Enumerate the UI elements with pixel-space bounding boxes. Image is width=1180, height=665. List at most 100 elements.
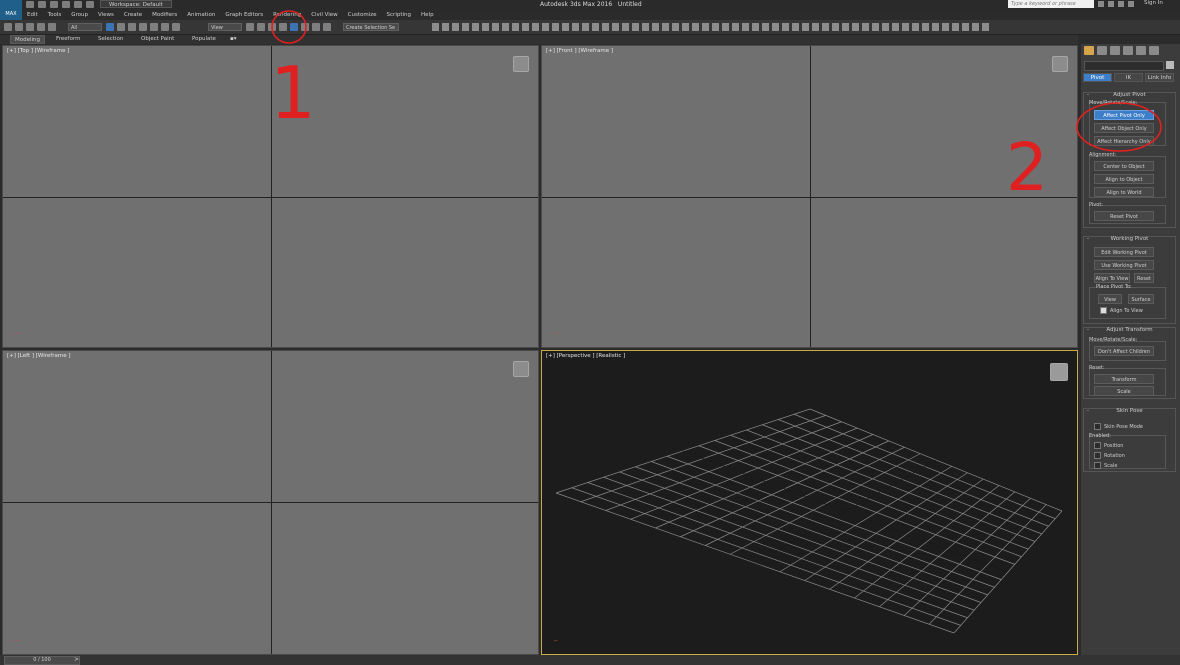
select-rotate-icon[interactable] bbox=[161, 23, 169, 31]
sphere-icon[interactable] bbox=[552, 23, 559, 31]
subtab-pivot[interactable]: Pivot bbox=[1083, 73, 1112, 82]
new-file-icon[interactable] bbox=[26, 1, 34, 8]
torus-icon[interactable] bbox=[572, 23, 579, 31]
utilities-tab-icon[interactable] bbox=[1149, 46, 1159, 55]
close-group-icon[interactable] bbox=[932, 23, 939, 31]
named-selection-set-input[interactable]: Create Selection Se bbox=[343, 23, 399, 31]
redo-icon[interactable] bbox=[15, 23, 23, 31]
attach-icon[interactable] bbox=[912, 23, 919, 31]
subtab-link-info[interactable]: Link Info bbox=[1145, 73, 1174, 82]
systems-icon[interactable] bbox=[672, 23, 679, 31]
menu-graph-editors[interactable]: Graph Editors bbox=[220, 10, 268, 20]
viewcube-icon[interactable] bbox=[513, 361, 529, 377]
cone-icon[interactable] bbox=[582, 23, 589, 31]
align-icon[interactable] bbox=[442, 23, 449, 31]
skin-pose-mode-checkbox[interactable]: Skin Pose Mode bbox=[1094, 423, 1143, 430]
hide-icon[interactable] bbox=[872, 23, 879, 31]
undo-icon[interactable] bbox=[4, 23, 12, 31]
tab-freeform[interactable]: Freeform bbox=[56, 35, 81, 44]
ungroup-icon[interactable] bbox=[902, 23, 909, 31]
unlink-icon[interactable] bbox=[37, 23, 45, 31]
reset-transform-button[interactable]: Transform bbox=[1094, 374, 1154, 384]
curve-editor-icon[interactable] bbox=[472, 23, 479, 31]
rollout-header[interactable]: - Skin Pose bbox=[1084, 408, 1175, 414]
rotation-checkbox[interactable]: Rotation bbox=[1094, 452, 1125, 459]
next-frame-button[interactable]: > bbox=[74, 656, 79, 663]
tab-object-paint[interactable]: Object Paint bbox=[141, 35, 174, 44]
rectangular-selection-icon[interactable] bbox=[128, 23, 136, 31]
detach-icon[interactable] bbox=[922, 23, 929, 31]
scale-checkbox[interactable]: Scale bbox=[1094, 462, 1117, 469]
isolate-icon[interactable] bbox=[852, 23, 859, 31]
reference-coordinate-dropdown[interactable]: View bbox=[208, 23, 242, 31]
freeze-icon[interactable] bbox=[862, 23, 869, 31]
star-icon[interactable] bbox=[1118, 1, 1124, 7]
app-logo-icon[interactable]: MAX bbox=[0, 0, 22, 20]
container-icon[interactable] bbox=[752, 23, 759, 31]
select-manipulate-icon[interactable] bbox=[257, 23, 265, 31]
affect-pivot-only-button[interactable]: Affect Pivot Only bbox=[1094, 110, 1154, 120]
assembly-icon[interactable] bbox=[962, 23, 969, 31]
box-icon[interactable] bbox=[542, 23, 549, 31]
edit-named-sets-icon[interactable] bbox=[323, 23, 331, 31]
select-scale-icon[interactable] bbox=[172, 23, 180, 31]
track-view-icon[interactable] bbox=[972, 23, 979, 31]
viewport-layout-icon[interactable] bbox=[792, 23, 799, 31]
user-icon[interactable] bbox=[1128, 1, 1134, 7]
binoculars-icon[interactable] bbox=[1098, 1, 1104, 7]
helper-icon[interactable] bbox=[652, 23, 659, 31]
selection-filter-dropdown[interactable]: All bbox=[68, 23, 102, 31]
viewport-left[interactable]: [+] [Left ] [Wireframe ] ⌐ bbox=[2, 350, 539, 655]
space-warp-icon[interactable] bbox=[662, 23, 669, 31]
window-crossing-icon[interactable] bbox=[139, 23, 147, 31]
material-editor-icon[interactable] bbox=[492, 23, 499, 31]
menu-group[interactable]: Group bbox=[66, 10, 93, 20]
ribbon-options-icon[interactable]: ▪▾ bbox=[230, 35, 237, 44]
time-slider[interactable]: 0 / 100 bbox=[4, 656, 80, 665]
menu-views[interactable]: Views bbox=[93, 10, 119, 20]
subtab-ik[interactable]: IK bbox=[1114, 73, 1143, 82]
reset-scale-button[interactable]: Scale bbox=[1094, 386, 1154, 396]
menu-help[interactable]: Help bbox=[416, 10, 439, 20]
snaps-toggle-icon[interactable] bbox=[279, 23, 287, 31]
position-checkbox[interactable]: Position bbox=[1094, 442, 1123, 449]
menu-rendering[interactable]: Rendering bbox=[268, 10, 306, 20]
viewport-top[interactable]: [+] [Top ] [Wireframe ] ⌐ bbox=[2, 45, 539, 348]
align-to-world-button[interactable]: Align to World bbox=[1094, 187, 1154, 197]
motion-icon[interactable] bbox=[722, 23, 729, 31]
rollout-header[interactable]: - Working Pivot bbox=[1084, 236, 1175, 242]
viewport-label-top[interactable]: [+] [Top ] [Wireframe ] bbox=[7, 48, 69, 54]
menu-edit[interactable]: Edit bbox=[22, 10, 43, 20]
align-to-view-checkbox[interactable]: Align To View bbox=[1100, 307, 1143, 314]
menu-tools[interactable]: Tools bbox=[43, 10, 67, 20]
render-setup-icon[interactable] bbox=[502, 23, 509, 31]
ribbon-toggle-icon[interactable] bbox=[462, 23, 469, 31]
open-group-icon[interactable] bbox=[942, 23, 949, 31]
working-pivot-reset-button[interactable]: Reset bbox=[1134, 273, 1154, 283]
open-file-icon[interactable] bbox=[38, 1, 46, 8]
viewport-perspective[interactable]: [+] [Perspective ] [Realistic ] ⌐ bbox=[541, 350, 1078, 655]
menu-civil-view[interactable]: Civil View bbox=[306, 10, 342, 20]
help-icon[interactable] bbox=[1108, 1, 1114, 7]
hierarchy-tab-icon[interactable] bbox=[1110, 46, 1120, 55]
display-icon[interactable] bbox=[732, 23, 739, 31]
camera-icon[interactable] bbox=[642, 23, 649, 31]
graphite-icon[interactable] bbox=[802, 23, 809, 31]
percent-snap-icon[interactable] bbox=[301, 23, 309, 31]
workspace-dropdown[interactable]: Workspace: Default bbox=[100, 0, 172, 8]
scene-explorer-icon[interactable] bbox=[762, 23, 769, 31]
paint-icon[interactable] bbox=[822, 23, 829, 31]
create-tab-icon[interactable] bbox=[1084, 46, 1094, 55]
populate-icon[interactable] bbox=[842, 23, 849, 31]
use-working-pivot-button[interactable]: Use Working Pivot bbox=[1094, 260, 1154, 270]
modifier-icon[interactable] bbox=[702, 23, 709, 31]
undo-icon[interactable] bbox=[62, 1, 70, 8]
sketch-icon[interactable] bbox=[812, 23, 819, 31]
geosphere-icon[interactable] bbox=[592, 23, 599, 31]
spinner-snap-icon[interactable] bbox=[312, 23, 320, 31]
affect-object-only-button[interactable]: Affect Object Only bbox=[1094, 123, 1154, 133]
viewport-label-front[interactable]: [+] [Front ] [Wireframe ] bbox=[546, 48, 613, 54]
keyboard-shortcut-icon[interactable] bbox=[268, 23, 276, 31]
unhide-icon[interactable] bbox=[882, 23, 889, 31]
group-icon[interactable] bbox=[892, 23, 899, 31]
